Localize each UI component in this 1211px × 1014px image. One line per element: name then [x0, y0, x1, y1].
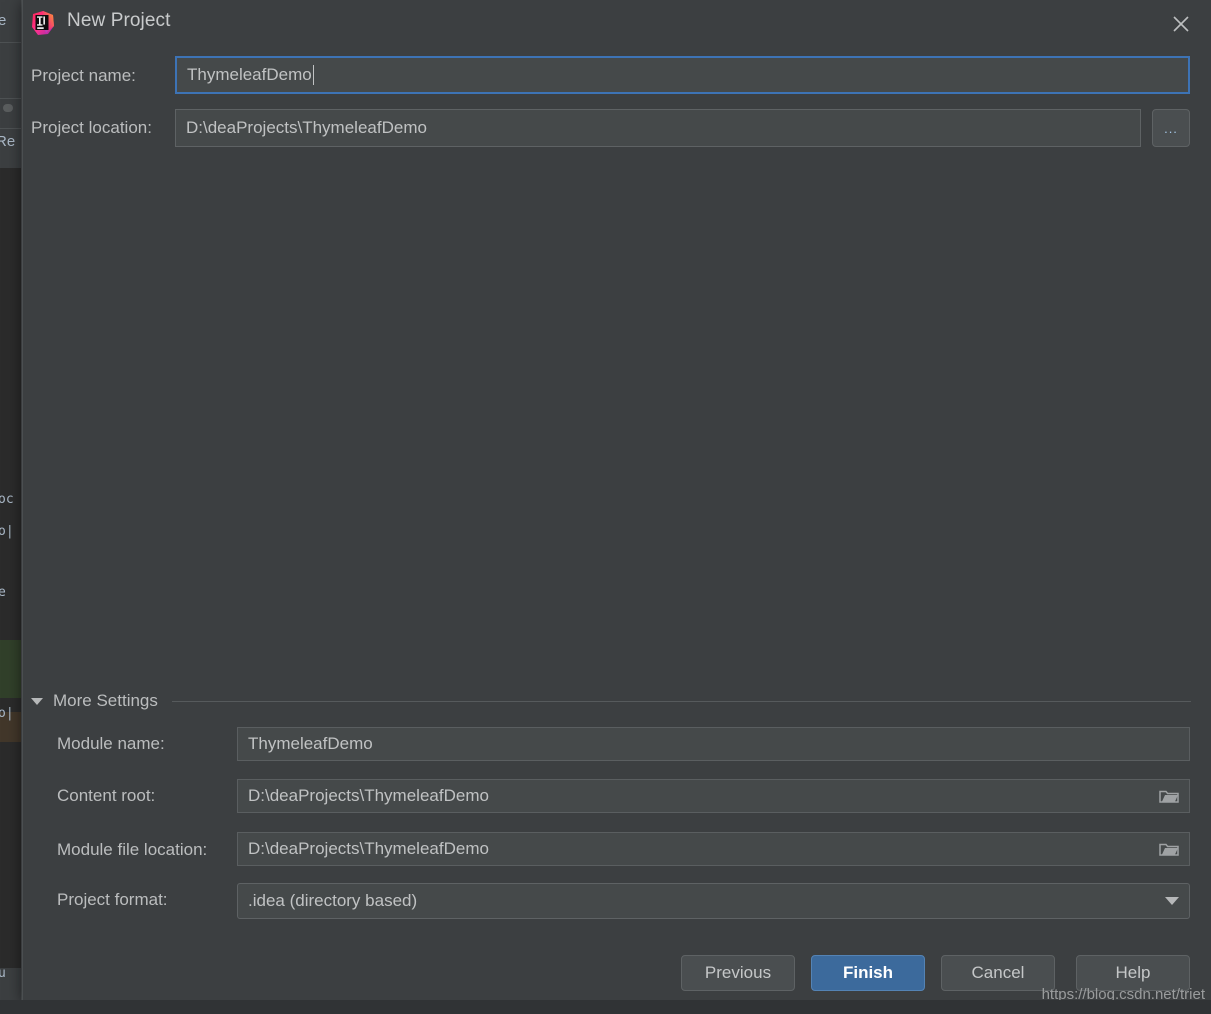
folder-icon[interactable] — [1159, 788, 1179, 804]
browse-button-label: ... — [1164, 120, 1178, 136]
project-name-label: Project name: — [31, 66, 136, 85]
project-format-value: .idea (directory based) — [248, 891, 418, 910]
finish-button[interactable]: Finish — [811, 955, 925, 991]
chevron-down-icon — [1165, 897, 1179, 905]
window-shadow — [0, 1000, 1211, 1014]
content-root-value: D:\deaProjects\ThymeleafDemo — [248, 786, 489, 805]
content-root-label: Content root: — [57, 786, 156, 805]
more-settings-toggle[interactable]: More Settings — [31, 688, 1191, 714]
text-caret — [312, 65, 314, 85]
background-gutter-added — [0, 640, 22, 698]
background-text-fragment: Re — [0, 133, 16, 150]
background-divider — [0, 98, 22, 99]
project-name-input[interactable]: ThymeleafDemo — [175, 56, 1190, 94]
background-text-fragment: u — [0, 966, 6, 981]
project-location-label: Project location: — [31, 118, 152, 137]
section-divider — [171, 700, 1191, 702]
module-name-value: ThymeleafDemo — [248, 734, 373, 753]
background-ide-strip: e Re oc o| e o| u — [0, 0, 22, 1014]
content-root-input[interactable]: D:\deaProjects\ThymeleafDemo — [237, 779, 1190, 813]
background-text-fragment: oc — [0, 492, 14, 507]
ellipsis-browse-icon[interactable]: ... — [1152, 109, 1190, 147]
module-file-location-value: D:\deaProjects\ThymeleafDemo — [248, 839, 489, 858]
background-text-fragment: o| — [0, 706, 14, 721]
module-file-location-label: Module file location: — [57, 840, 208, 859]
more-settings-label: More Settings — [53, 691, 158, 710]
background-text-fragment: e — [0, 585, 6, 600]
project-location-value: D:\deaProjects\ThymeleafDemo — [186, 118, 427, 137]
folder-icon[interactable] — [1159, 841, 1179, 857]
background-text-fragment: e — [0, 12, 7, 29]
project-location-input[interactable]: D:\deaProjects\ThymeleafDemo — [175, 109, 1141, 147]
module-name-input[interactable]: ThymeleafDemo — [237, 727, 1190, 761]
previous-button[interactable]: Previous — [681, 955, 795, 991]
cancel-button[interactable]: Cancel — [941, 955, 1055, 991]
new-project-dialog: New Project Project name: ThymeleafDemo … — [22, 0, 1211, 1003]
close-icon[interactable] — [1165, 8, 1197, 40]
module-name-label: Module name: — [57, 734, 165, 753]
chevron-down-icon — [31, 697, 43, 705]
dialog-titlebar: New Project — [23, 0, 1211, 48]
intellij-idea-logo-icon — [30, 10, 56, 36]
dialog-title: New Project — [67, 10, 171, 31]
background-editor — [0, 168, 22, 968]
background-divider — [0, 128, 22, 129]
project-format-select[interactable]: .idea (directory based) — [237, 883, 1190, 919]
background-scrollbar[interactable] — [3, 104, 13, 112]
module-file-location-input[interactable]: D:\deaProjects\ThymeleafDemo — [237, 832, 1190, 866]
background-text-fragment: o| — [0, 524, 14, 539]
project-format-label: Project format: — [57, 890, 168, 909]
background-divider — [0, 42, 22, 43]
project-name-value: ThymeleafDemo — [187, 65, 312, 84]
